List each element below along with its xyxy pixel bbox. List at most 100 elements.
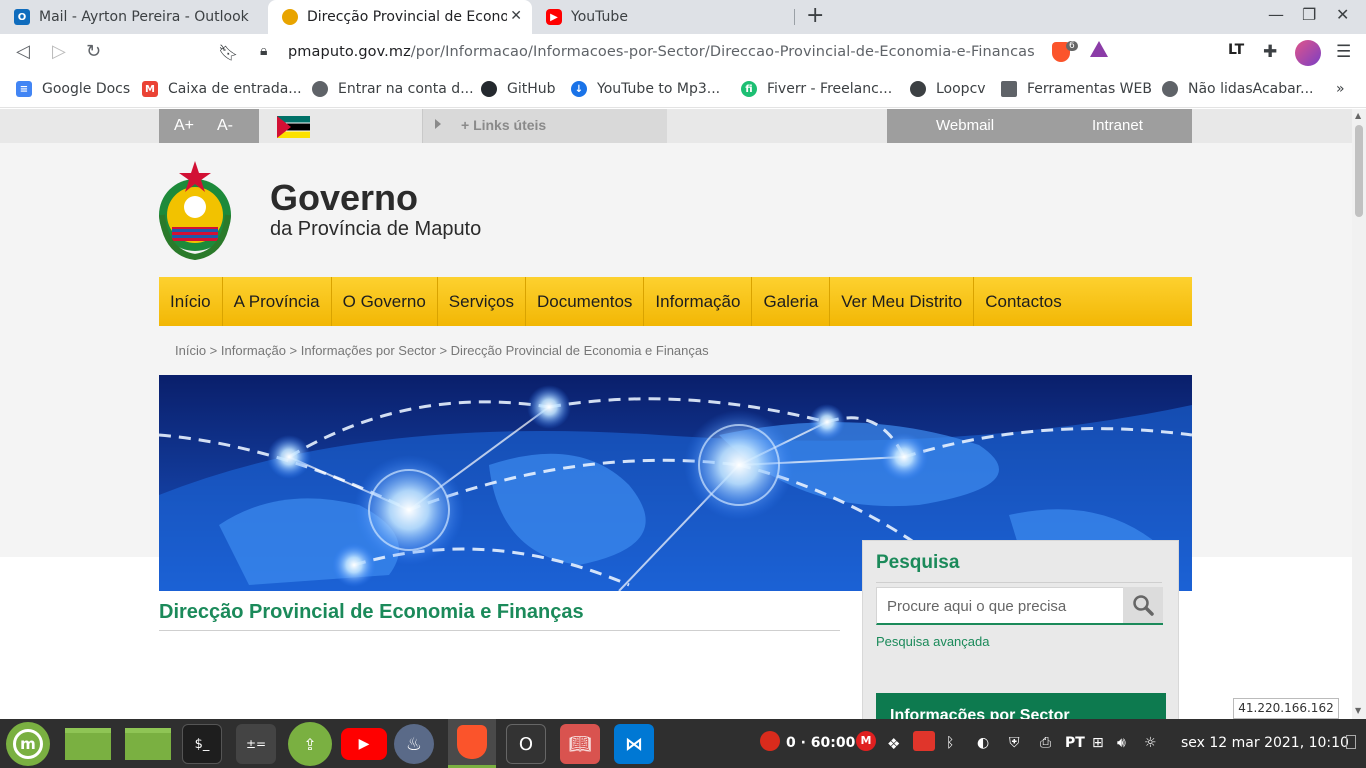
pomodoro-tomato-icon[interactable] [760,731,780,751]
bookmark-ferramentas-web[interactable]: Ferramentas WEB [1001,81,1152,97]
nav-contactos[interactable]: Contactos [974,277,1073,326]
nav-documentos[interactable]: Documentos [526,277,645,326]
bookmark-google-docs[interactable]: ≡ Google Docs [16,81,130,97]
bookmark-fiverr[interactable]: fi Fiverr - Freelanc... [741,81,892,97]
home-folder-icon[interactable] [124,724,172,764]
anydesk-icon[interactable] [913,731,935,751]
mint-logo: m [13,729,43,759]
search-button[interactable] [1123,587,1163,625]
youtube-app-icon[interactable]: ▶ [340,724,388,764]
webmail-link[interactable]: Webmail [936,117,994,134]
new-tab-button[interactable]: + [806,3,824,28]
brave-browser-taskbar-icon[interactable] [448,719,496,768]
brightness-icon[interactable]: ☼ [1144,735,1157,751]
useful-links-toggle[interactable]: + Links úteis [422,109,667,143]
tab-title: Mail - Ayrton Pereira - Outlook [39,9,249,25]
mint-menu-icon[interactable]: m [6,722,50,766]
calculator-icon[interactable]: ±= [236,724,276,764]
search-input[interactable]: Procure aqui o que precisa [876,587,1124,625]
site-title: Governo [270,177,419,218]
menu-icon[interactable]: ☰ [1336,42,1351,62]
web-page: A+ A- + Links úteis Webmail Intranet Gov… [0,109,1352,719]
tab-youtube[interactable]: ▶ YouTube [532,0,794,34]
bookmarks-overflow-button[interactable]: » [1336,81,1345,97]
nav-informacao[interactable]: Informação [644,277,753,326]
bookmark-gmail[interactable]: M Caixa de entrada... [142,81,302,97]
profile-avatar[interactable] [1295,40,1321,66]
play-icon: ▶ [341,728,387,760]
mozambique-flag-icon[interactable] [277,116,310,138]
languagetool-icon[interactable]: LT [1228,42,1244,58]
fiverr-icon: fi [741,81,757,97]
update-manager-icon[interactable]: ⇪ [288,722,332,766]
dropbox-icon[interactable]: ❖ [887,735,900,753]
keyboard-layout[interactable]: PT [1065,735,1085,751]
files-folder-icon[interactable] [64,724,112,764]
bookmark-github[interactable]: GitHub [481,81,556,97]
tab-title: Direcção Provincial de Econom [307,9,507,25]
font-decrease-button[interactable]: A- [217,117,233,135]
nav-o-governo[interactable]: O Governo [332,277,438,326]
lock-icon[interactable]: 🔒︎ [260,43,267,59]
volume-icon[interactable]: 🔊︎ [1117,735,1126,751]
back-button[interactable]: ◁ [16,41,30,62]
breadcrumb[interactable]: Início > Informação > Informações por Se… [175,343,709,358]
forward-button[interactable]: ▷ [52,41,66,62]
tab-title: YouTube [571,9,628,25]
obs-icon[interactable]: O [506,724,546,764]
folder-shape [65,728,111,760]
bluetooth-icon[interactable]: ᛒ [946,735,954,751]
network-manager-icon[interactable]: ◐ [977,735,989,751]
terminal-icon[interactable]: $_ [182,724,222,764]
tab-separator [794,9,795,25]
nav-a-provincia[interactable]: A Província [223,277,332,326]
close-tab-icon[interactable]: ✕ [510,8,522,24]
nav-servicos[interactable]: Serviços [438,277,526,326]
scroll-down-arrow[interactable]: ▼ [1355,706,1361,715]
bookmark-icon[interactable]: 🔖︎ [218,43,238,62]
bookmark-nao-lidas[interactable]: Não lidasAcabar... [1162,81,1314,97]
advanced-search-link[interactable]: Pesquisa avançada [876,634,989,649]
sector-info-box[interactable]: Informações por Sector [876,693,1166,719]
tab-bar: O Mail - Ayrton Pereira - Outlook Direcç… [0,0,1366,34]
bookmark-entrar[interactable]: Entrar na conta d... [312,81,474,97]
url-text: pmaputo.gov.mz/por/Informacao/Informacoe… [288,44,1035,60]
tab-outlook[interactable]: O Mail - Ayrton Pereira - Outlook [0,0,268,34]
font-increase-button[interactable]: A+ [174,117,194,135]
bookmark-loopcv[interactable]: Loopcv [910,81,986,97]
tab-direccao[interactable]: Direcção Provincial de Econom ✕ [268,0,532,34]
globe-icon [1162,81,1178,97]
scrollbar-thumb[interactable] [1355,125,1363,217]
nav-inicio[interactable]: Início [159,277,223,326]
extensions-icon[interactable]: ✚ [1263,42,1277,62]
scroll-up-arrow[interactable]: ▲ [1355,111,1361,120]
show-desktop-button[interactable] [1346,735,1356,749]
bookmark-label: Entrar na conta d... [338,81,474,97]
mega-icon[interactable]: M [856,731,876,751]
mozambique-emblem-icon [282,9,298,25]
book-reader-icon[interactable]: 📖︎ [560,724,600,764]
reload-button[interactable]: ↻ [86,41,101,62]
sector-info-heading: Informações por Sector [890,707,1070,719]
google-docs-icon: ≡ [16,81,32,97]
network-icon[interactable]: ⊞ [1092,735,1104,751]
maximize-button[interactable]: ❐ [1302,5,1316,24]
shield-icon[interactable]: ⛨ [1009,735,1020,751]
brave-rewards-icon[interactable] [1090,41,1108,57]
url-host: pmaputo.gov.mz [288,44,411,60]
printer-icon[interactable]: ⎙ [1040,735,1051,751]
nav-galeria[interactable]: Galeria [752,277,831,326]
teapot-app-icon[interactable]: ♨ [394,724,434,764]
bookmark-youtube-mp3[interactable]: ↓ YouTube to Mp3... [571,81,720,97]
bookmarks-bar: ≡ Google Docs M Caixa de entrada... Entrar… [0,72,1366,108]
pomodoro-timer[interactable]: 0 · 60:00 [786,735,855,751]
clock[interactable]: sex 12 mar 2021, 10:10 [1181,735,1349,751]
nav-ver-meu-distrito[interactable]: Ver Meu Distrito [830,277,975,326]
close-window-button[interactable]: ✕ [1336,5,1349,24]
intranet-link[interactable]: Intranet [1092,117,1143,134]
page-scrollbar[interactable]: ▲ ▼ [1352,109,1366,719]
address-bar[interactable]: 🔖︎ 🔒︎ pmaputo.gov.mz/por/Informacao/Info… [210,37,1118,69]
coat-of-arms-emblem[interactable] [158,157,232,265]
vscode-icon[interactable]: ⋈ [614,724,654,764]
minimize-button[interactable]: — [1268,5,1284,24]
